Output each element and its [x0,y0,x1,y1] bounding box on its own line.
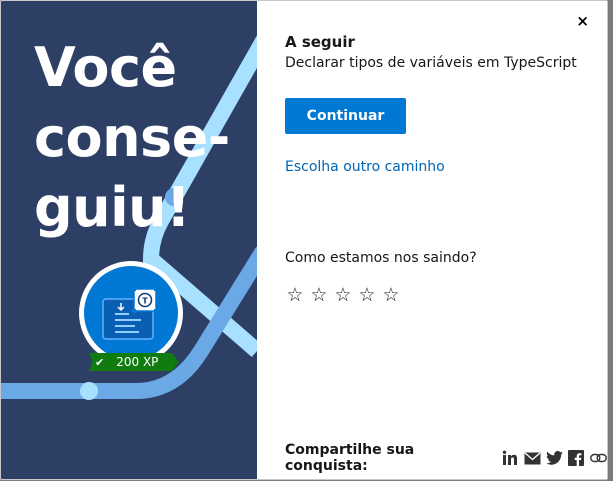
star-rating-2-icon[interactable]: ☆ [309,284,329,306]
rating-stars: ☆ ☆ ☆ ☆ ☆ [285,284,401,306]
twitter-icon[interactable] [545,449,563,467]
achievement-title: Você conse- guiu! [34,33,230,243]
xp-badge: ✔ 200 XP [89,353,179,371]
star-rating-4-icon[interactable]: ☆ [357,284,377,306]
star-rating-3-icon[interactable]: ☆ [333,284,353,306]
continue-button[interactable]: Continuar [285,98,406,134]
copy-link-icon[interactable] [589,449,607,467]
achievement-modal: T Você conse- guiu! ✔ 200 XP × A seguir … [0,0,608,480]
achievement-details: × A seguir Declarar tipos de variáveis e… [285,1,607,479]
linkedin-icon[interactable] [501,449,519,467]
path-node [80,382,98,400]
achievement-hero: T Você conse- guiu! ✔ 200 XP [1,1,257,479]
svg-text:T: T [142,297,148,306]
share-label: Compartilhe sua conquista: [285,442,415,474]
close-button[interactable]: × [576,12,589,30]
xp-value: 200 XP [116,355,159,369]
email-icon[interactable] [523,449,541,467]
facebook-icon[interactable] [567,449,585,467]
next-module-heading: A seguir [285,33,355,51]
star-rating-5-icon[interactable]: ☆ [381,284,401,306]
title-line: conse- [34,106,230,169]
star-rating-1-icon[interactable]: ☆ [285,284,305,306]
feedback-question: Como estamos nos saindo? [285,250,477,266]
check-icon: ✔ [95,355,105,369]
next-module-title: Declarar tipos de variáveis em TypeScrip… [285,55,577,71]
share-icons [501,449,607,467]
title-line: Você [34,36,177,99]
share-section: Compartilhe sua conquista: [285,442,607,474]
choose-another-path-link[interactable]: Escolha outro caminho [285,159,445,175]
title-line: guiu! [34,176,191,239]
